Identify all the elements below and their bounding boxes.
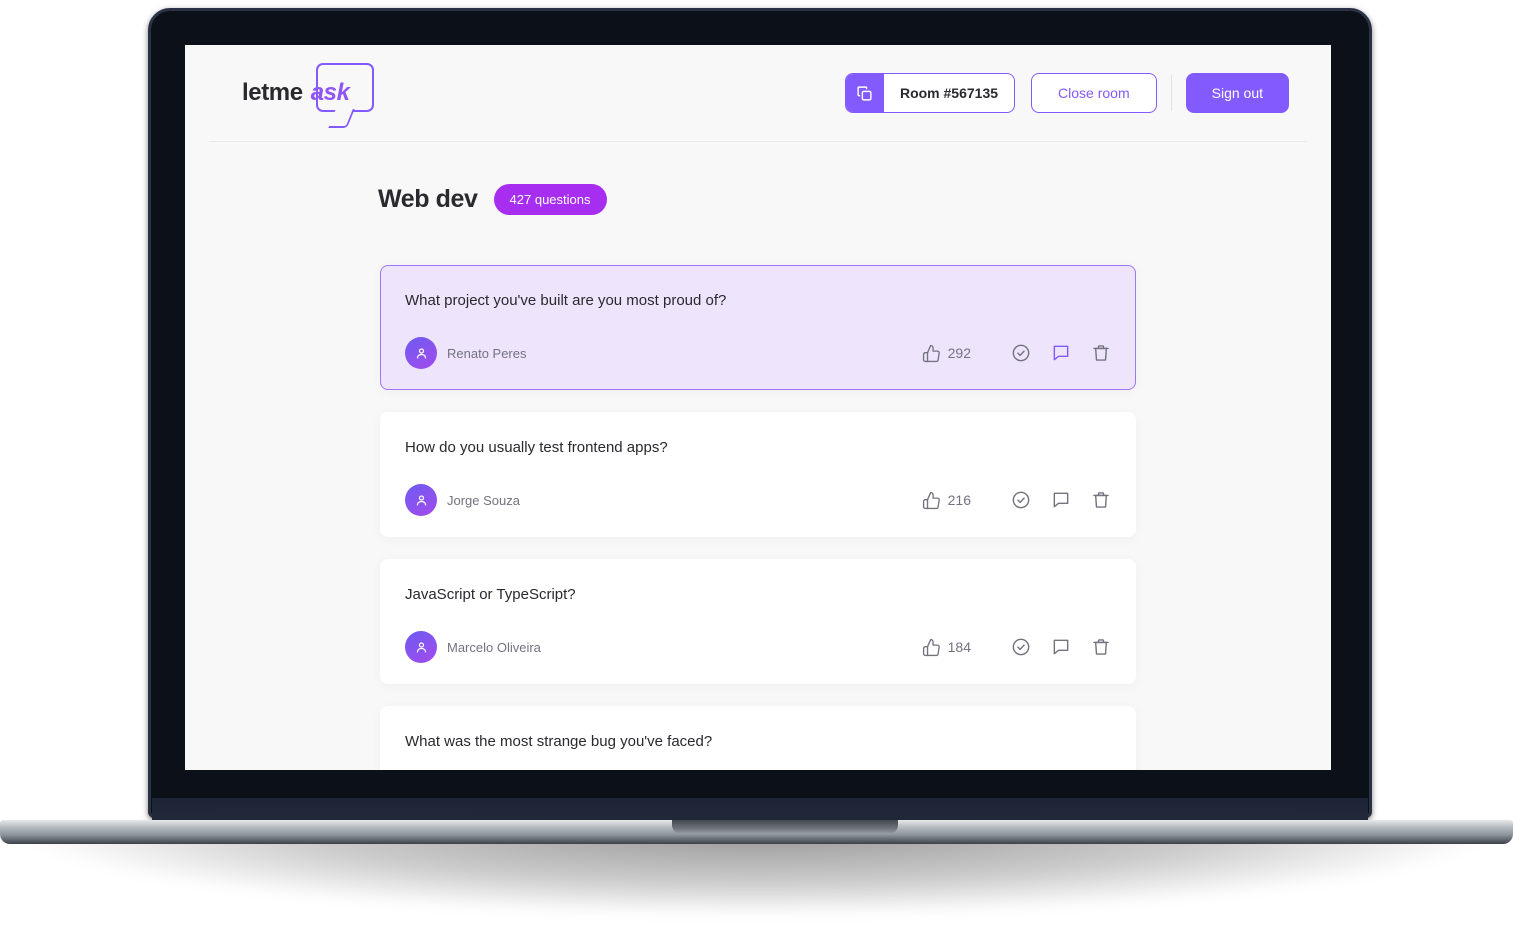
like-button[interactable]: 184 — [922, 638, 971, 657]
title-row: Web dev 427 questions — [185, 142, 1331, 215]
trash-icon — [1091, 637, 1111, 657]
question-text: How do you usually test frontend apps? — [405, 439, 668, 456]
question-actions: 216 — [922, 490, 1111, 510]
main-content: Web dev 427 questions What project you'v… — [185, 142, 1331, 770]
header-actions: Room #567135 Close room Sign out — [844, 73, 1289, 113]
laptop-mockup: letme ask Room #567135 Close room Sign o… — [0, 0, 1513, 935]
question-card[interactable]: How do you usually test frontend apps? J… — [380, 412, 1136, 537]
mark-answered-button[interactable] — [1011, 343, 1031, 363]
avatar — [405, 337, 437, 369]
thumbs-up-icon — [922, 344, 941, 363]
question-author: Marcelo Oliveira — [405, 631, 541, 663]
trash-icon — [1091, 343, 1111, 363]
thumbs-up-icon — [922, 491, 941, 510]
question-text: What project you've built are you most p… — [405, 292, 727, 309]
thumbs-up-icon — [922, 638, 941, 657]
question-actions: 292 — [922, 343, 1111, 363]
question-text: JavaScript or TypeScript? — [405, 586, 576, 603]
logo-primary-text: letme — [242, 79, 303, 106]
check-circle-icon — [1011, 637, 1031, 657]
question-footer: Renato Peres 292 — [405, 337, 1111, 369]
delete-question-button[interactable] — [1091, 637, 1111, 657]
check-circle-icon — [1011, 343, 1031, 363]
questions-count-badge: 427 questions — [493, 184, 607, 215]
mark-answered-button[interactable] — [1011, 490, 1031, 510]
delete-question-button[interactable] — [1091, 343, 1111, 363]
app-logo[interactable]: letme ask — [225, 63, 374, 112]
app-page: letme ask Room #567135 Close room Sign o… — [185, 45, 1331, 770]
speech-bubble-icon — [1051, 343, 1071, 363]
room-code-button[interactable]: Room #567135 — [844, 73, 1016, 113]
laptop-base-notch — [672, 820, 898, 834]
author-name: Marcelo Oliveira — [447, 639, 541, 655]
question-card[interactable]: What was the most strange bug you've fac… — [380, 706, 1136, 770]
speech-bubble-icon — [1051, 637, 1071, 657]
copy-icon — [845, 74, 884, 112]
close-room-button[interactable]: Close room — [1031, 73, 1157, 113]
highlight-question-button[interactable] — [1051, 490, 1071, 510]
trash-icon — [1091, 490, 1111, 510]
question-author: Renato Peres — [405, 337, 527, 369]
page-title: Web dev — [378, 185, 478, 213]
room-code-label: Room #567135 — [899, 85, 999, 101]
like-count: 216 — [947, 492, 971, 508]
question-actions: 184 — [922, 637, 1111, 657]
avatar — [405, 484, 437, 516]
question-text: What was the most strange bug you've fac… — [405, 733, 713, 750]
highlight-question-button[interactable] — [1051, 637, 1071, 657]
like-count: 292 — [947, 345, 971, 361]
logo-accent-text: ask — [310, 79, 350, 106]
question-card[interactable]: JavaScript or TypeScript? Marcelo Olivei… — [380, 559, 1136, 684]
laptop-screen: letme ask Room #567135 Close room Sign o… — [185, 45, 1331, 770]
highlight-question-button[interactable] — [1051, 343, 1071, 363]
author-name: Jorge Souza — [447, 492, 520, 508]
app-header: letme ask Room #567135 Close room Sign o… — [185, 45, 1331, 141]
question-footer: Jorge Souza 216 — [405, 484, 1111, 516]
like-count: 184 — [947, 639, 971, 655]
question-card[interactable]: What project you've built are you most p… — [380, 265, 1136, 390]
author-name: Renato Peres — [447, 345, 527, 361]
mark-answered-button[interactable] — [1011, 637, 1031, 657]
header-divider — [1170, 75, 1172, 111]
question-list: What project you've built are you most p… — [380, 265, 1136, 770]
question-footer: Marcelo Oliveira 184 — [405, 631, 1111, 663]
check-circle-icon — [1011, 490, 1031, 510]
sign-out-button[interactable]: Sign out — [1185, 73, 1289, 113]
avatar — [405, 631, 437, 663]
delete-question-button[interactable] — [1091, 490, 1111, 510]
like-button[interactable]: 216 — [922, 491, 971, 510]
question-author: Jorge Souza — [405, 484, 520, 516]
speech-bubble-icon — [1051, 490, 1071, 510]
like-button[interactable]: 292 — [922, 344, 971, 363]
